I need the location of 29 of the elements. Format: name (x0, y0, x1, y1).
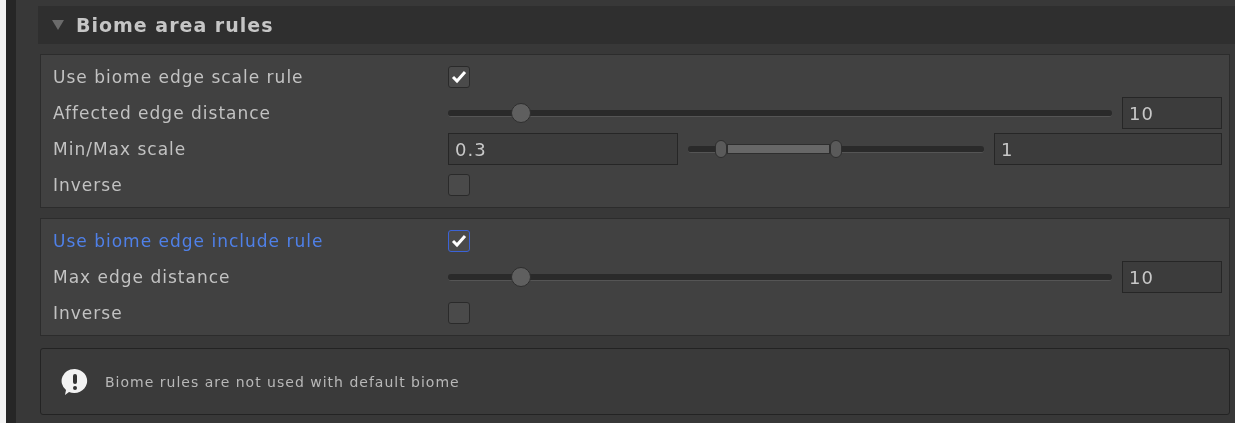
slider-thumb[interactable] (511, 103, 532, 123)
checkbox[interactable] (448, 174, 470, 196)
checkbox[interactable] (448, 230, 470, 252)
field-label: Affected edge distance (53, 103, 273, 123)
slider-thumb[interactable] (511, 267, 532, 287)
help-message: Biome rules are not used with default biome (105, 373, 460, 390)
slider-track[interactable] (448, 267, 1112, 287)
slider-handle[interactable] (830, 140, 842, 158)
checkmark-icon (451, 234, 467, 248)
field-label: Use biome edge include rule (53, 231, 325, 251)
field-label: Inverse (53, 175, 124, 195)
number-field[interactable]: 10 (1122, 97, 1222, 129)
field-label: Max edge distance (53, 267, 232, 287)
section-title[interactable]: Biome area rules (76, 14, 274, 36)
exclamation-icon (61, 367, 89, 396)
number-field[interactable]: 10 (1122, 261, 1222, 293)
checkbox[interactable] (448, 302, 470, 324)
slider-handle[interactable] (714, 140, 727, 158)
field-label: Inverse (53, 303, 124, 323)
range-bar[interactable] (726, 144, 830, 154)
number-field[interactable]: 0.3 (448, 133, 678, 165)
field-label: Use biome edge scale rule (53, 67, 305, 87)
caret-icon[interactable] (52, 20, 64, 30)
number-field[interactable]: 1 (994, 133, 1222, 165)
field-label: Min/Max scale (53, 139, 188, 159)
slider-track[interactable] (448, 103, 1112, 123)
slider-track[interactable] (688, 139, 984, 159)
checkbox[interactable] (448, 66, 470, 88)
checkmark-icon (451, 70, 467, 84)
